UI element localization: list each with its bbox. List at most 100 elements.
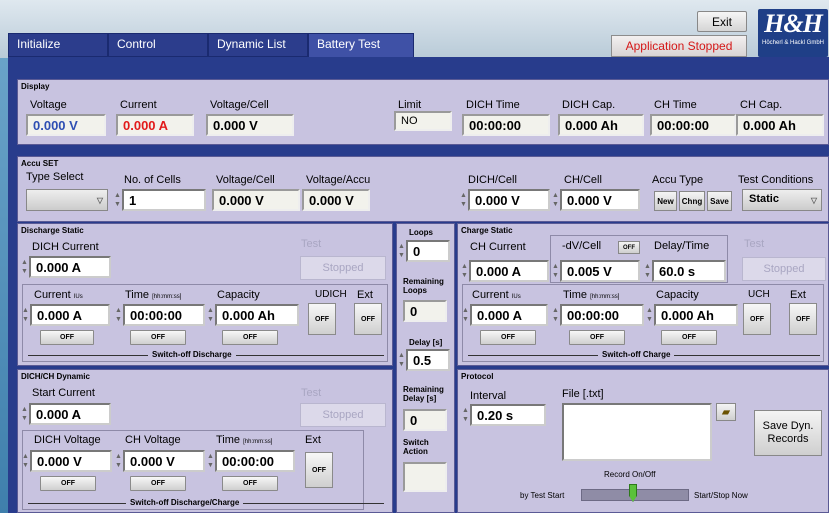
dich-so-capacity-label: Capacity xyxy=(217,289,260,301)
ch-so-capacity-spinner[interactable]: ▲ ▼ xyxy=(646,306,653,324)
dich-so-current-spinner[interactable]: ▲ ▼ xyxy=(22,306,29,324)
loops-input[interactable]: 0 xyxy=(406,240,450,262)
remaining-delay-value: 0 xyxy=(410,413,418,428)
loops-panel: Loops ▲ ▼ 0 Remaining Loops 0 Delay [s] ▲… xyxy=(396,223,455,513)
dyn-ext-off-button[interactable]: OFF xyxy=(305,452,333,488)
tab-dynamic-list[interactable]: Dynamic List xyxy=(208,33,308,57)
dich-so-capacity-value: 0.000 Ah xyxy=(222,308,275,323)
dyn-time-off-button[interactable]: OFF xyxy=(222,476,278,491)
dich-current-input[interactable]: 0.000 A xyxy=(29,256,111,278)
ch-current-input[interactable]: 0.000 A xyxy=(469,260,549,282)
ch-so-current-spinner[interactable]: ▲ ▼ xyxy=(462,306,469,324)
ch-so-time-input[interactable]: 00:00:00 xyxy=(560,304,644,326)
ch-so-capacity-input[interactable]: 0.000 Ah xyxy=(654,304,738,326)
dyn-time-spinner[interactable]: ▲ ▼ xyxy=(207,452,214,470)
accu-save-button[interactable]: Save xyxy=(707,191,732,211)
ch-so-current-label: Current IUs xyxy=(472,289,521,301)
dich-time-indicator: 00:00:00 xyxy=(462,114,550,136)
ch-cell-input[interactable]: 0.000 V xyxy=(560,189,640,211)
interval-input[interactable]: 0.20 s xyxy=(470,404,546,426)
charge-static-title: Charge Static xyxy=(461,226,513,235)
dv-spinner[interactable]: ▲ ▼ xyxy=(552,262,559,280)
dich-current-spinner[interactable]: ▲ ▼ xyxy=(21,258,28,276)
dich-so-current-text: Current xyxy=(34,289,71,301)
dich-so-capacity-input[interactable]: 0.000 Ah xyxy=(215,304,299,326)
dich-cap-indicator: 0.000 Ah xyxy=(558,114,644,136)
ch-voltage-input[interactable]: 0.000 V xyxy=(123,450,205,472)
tab-control[interactable]: Control xyxy=(108,33,208,57)
ch-current-spinner[interactable]: ▲ ▼ xyxy=(461,262,468,280)
ch-so-current-input[interactable]: 0.000 A xyxy=(470,304,548,326)
dv-off-toggle[interactable]: OFF xyxy=(618,241,640,254)
dich-so-current-input[interactable]: 0.000 A xyxy=(30,304,110,326)
tab-initialize[interactable]: Initialize xyxy=(8,33,108,57)
loops-spinner[interactable]: ▲ ▼ xyxy=(398,242,405,260)
ch-so-current-unit: IUs xyxy=(511,294,521,300)
dich-cap-label: DICH Cap. xyxy=(562,99,616,111)
ch-cap-value: 0.000 Ah xyxy=(743,118,796,133)
save-dyn-records-button[interactable]: Save Dyn. Records xyxy=(754,410,822,456)
type-select-dropdown[interactable]: ▽ xyxy=(26,189,108,211)
switch-action-label: Switch Action xyxy=(403,438,429,456)
start-current-spinner[interactable]: ▲ ▼ xyxy=(21,405,28,423)
switch-off-discharge-label: Switch-off Discharge xyxy=(148,350,236,359)
dich-so-current-off-button[interactable]: OFF xyxy=(40,330,94,345)
ch-so-time-spinner[interactable]: ▲ ▼ xyxy=(552,306,559,324)
dich-so-current-unit: IUs xyxy=(73,294,83,300)
cells-input[interactable]: 1 xyxy=(122,189,206,211)
logo-company-name: Höcherl & Hackl GmbH xyxy=(761,40,824,46)
folder-browse-icon[interactable]: ▰ xyxy=(716,403,736,421)
dich-so-time-input[interactable]: 00:00:00 xyxy=(123,304,205,326)
uch-off-button[interactable]: OFF xyxy=(743,303,771,335)
dich-voltage-label: DICH Voltage xyxy=(34,434,101,446)
dich-voltage-off-button[interactable]: OFF xyxy=(40,476,96,491)
ch-cell-value: 0.000 V xyxy=(567,193,612,208)
ch-time-indicator: 00:00:00 xyxy=(650,114,736,136)
dyn-ext-label: Ext xyxy=(305,434,321,446)
delay-time-spinner[interactable]: ▲ ▼ xyxy=(644,262,651,280)
file-path-input[interactable] xyxy=(562,403,712,461)
exit-button[interactable]: Exit xyxy=(697,11,747,32)
tab-battery-test[interactable]: Battery Test xyxy=(308,33,414,58)
delay-input[interactable]: 0.5 xyxy=(406,349,450,371)
ch-voltage-spinner[interactable]: ▲ ▼ xyxy=(115,452,122,470)
ch-test-label: Test xyxy=(744,238,765,250)
dich-so-time-off-button[interactable]: OFF xyxy=(130,330,186,345)
dyn-test-button[interactable]: Stopped xyxy=(300,403,386,427)
dich-test-button[interactable]: Stopped xyxy=(300,256,386,280)
dich-time-value: 00:00:00 xyxy=(469,118,522,133)
accu-new-button[interactable]: New xyxy=(654,191,677,211)
interval-spinner[interactable]: ▲ ▼ xyxy=(462,406,469,424)
delay-spinner[interactable]: ▲ ▼ xyxy=(398,351,405,369)
remaining-delay-label: Remaining Delay [s] xyxy=(403,385,444,403)
vaccu-label: Voltage/Accu xyxy=(306,174,371,186)
ch-cell-spinner[interactable]: ▲ ▼ xyxy=(552,191,559,209)
start-current-input[interactable]: 0.000 A xyxy=(29,403,111,425)
cells-spinner[interactable]: ▲ ▼ xyxy=(114,191,121,209)
accu-change-button[interactable]: Chng xyxy=(679,191,705,211)
dich-voltage-value: 0.000 V xyxy=(37,454,82,469)
ch-so-time-text: Time xyxy=(563,289,588,301)
ch-ext-off-button[interactable]: OFF xyxy=(789,303,817,335)
delay-time-input[interactable]: 60.0 s xyxy=(652,260,726,282)
test-conditions-dropdown[interactable]: Static ▽ xyxy=(742,189,822,211)
dich-so-capacity-off-button[interactable]: OFF xyxy=(222,330,278,345)
dich-cell-input[interactable]: 0.000 V xyxy=(468,189,550,211)
dyn-time-unit: [hh:mm:ss] xyxy=(243,439,273,445)
ch-so-capacity-label: Capacity xyxy=(656,289,699,301)
dyn-time-input[interactable]: 00:00:00 xyxy=(215,450,295,472)
ch-time-value: 00:00:00 xyxy=(657,118,710,133)
dich-cell-spinner[interactable]: ▲ ▼ xyxy=(460,191,467,209)
udich-off-button[interactable]: OFF xyxy=(308,303,336,335)
ch-so-capacity-off-button[interactable]: OFF xyxy=(661,330,717,345)
dich-ext-off-button[interactable]: OFF xyxy=(354,303,382,335)
ch-so-current-off-button[interactable]: OFF xyxy=(480,330,536,345)
ch-so-time-off-button[interactable]: OFF xyxy=(569,330,625,345)
dich-so-time-spinner[interactable]: ▲ ▼ xyxy=(115,306,122,324)
dich-voltage-spinner[interactable]: ▲ ▼ xyxy=(22,452,29,470)
dv-input[interactable]: 0.005 V xyxy=(560,260,640,282)
ch-test-button[interactable]: Stopped xyxy=(742,257,826,281)
dich-so-capacity-spinner[interactable]: ▲ ▼ xyxy=(207,306,214,324)
ch-voltage-off-button[interactable]: OFF xyxy=(130,476,186,491)
dich-voltage-input[interactable]: 0.000 V xyxy=(30,450,112,472)
